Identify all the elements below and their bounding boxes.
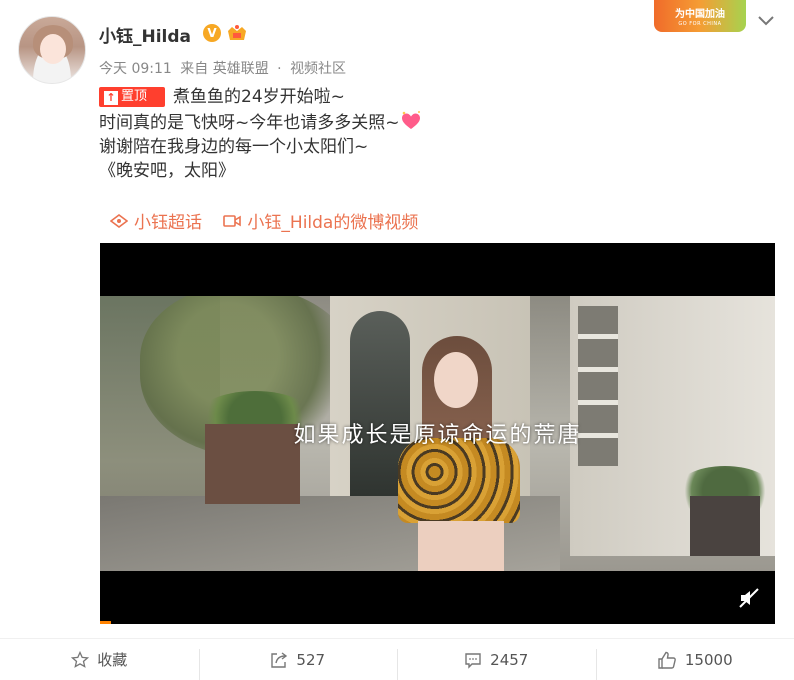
verified-badge-icon: V (203, 24, 221, 42)
pinned-label: 置顶 (121, 89, 148, 104)
video-progress-bar[interactable] (100, 621, 111, 624)
post-line-3: 谢谢陪在我身边的每一个小太阳们~ (99, 135, 422, 160)
video-channel-label: 小钰_Hilda的微博视频 (247, 213, 419, 233)
scene-element (690, 496, 760, 556)
heart-sparkle-icon (401, 110, 420, 129)
supertopic-icon (110, 213, 128, 228)
campaign-sublabel: GO FOR CHINA (678, 21, 722, 27)
post-meta: 今天 09:11 来自 英雄联盟 · 视频社区 (99, 58, 350, 78)
scene-element (418, 521, 504, 571)
post-line-1: ↑ 置顶 煮鱼鱼的24岁开始啦~ (99, 85, 422, 110)
comment-icon (465, 652, 481, 669)
supertopic-label: 小钰超话 (134, 213, 202, 233)
campaign-label: 为中国加油 (675, 9, 725, 20)
thumbs-up-icon (658, 651, 676, 669)
repost-button[interactable]: 527 (198, 639, 398, 680)
favorite-button[interactable]: 收藏 (0, 639, 199, 680)
post-username[interactable]: 小钰_Hilda (99, 22, 191, 47)
video-player[interactable]: 如果成长是原谅命运的荒唐 (100, 243, 775, 624)
video-channel-link[interactable]: 小钰_Hilda的微博视频 (223, 208, 418, 233)
chevron-down-icon[interactable] (757, 14, 775, 28)
video-subtitle: 如果成长是原谅命运的荒唐 (293, 423, 582, 448)
scene-element (398, 438, 520, 523)
scene-element (434, 352, 478, 408)
post-group[interactable]: 视频社区 (290, 61, 346, 77)
vip-crown-icon (228, 25, 246, 40)
post-line-2: 时间真的是飞快呀~今年也请多多关照~ (99, 110, 422, 135)
video-camera-icon (223, 214, 242, 227)
post-links: 小钰超话 小钰_Hilda的微博视频 (110, 208, 418, 233)
pinned-tag: ↑ 置顶 (99, 87, 165, 107)
comment-count: 2457 (490, 650, 529, 669)
post-line-text: 煮鱼鱼的24岁开始啦~ (173, 87, 345, 107)
campaign-badge[interactable]: 为中国加油 GO FOR CHINA (654, 0, 746, 32)
like-count: 15000 (684, 650, 733, 669)
post-source[interactable]: 来自 英雄联盟 (180, 61, 268, 77)
post-time[interactable]: 今天 09:11 (99, 61, 172, 77)
star-icon (71, 650, 90, 668)
post-text: ↑ 置顶 煮鱼鱼的24岁开始啦~ 时间真的是飞快呀~今年也请多多关照~ 谢谢陪在我身… (99, 85, 422, 184)
post-actions: 收藏 527 2457 15000 (0, 639, 794, 680)
post-line-text: 谢谢陪在我身边的每一个小太阳们~ (99, 136, 369, 157)
comment-button[interactable]: 2457 (397, 639, 596, 680)
repost-count: 527 (296, 650, 326, 669)
post-line-4: 《晚安吧，太阳》 (99, 159, 422, 184)
favorite-label: 收藏 (97, 651, 128, 669)
mute-icon[interactable] (738, 587, 760, 609)
like-button[interactable]: 15000 (595, 639, 794, 680)
post-line-text: 时间真的是飞快呀~今年也请多多关照~ (99, 112, 400, 133)
supertopic-link[interactable]: 小钰超话 (110, 208, 202, 233)
meta-separator: · (277, 61, 282, 77)
post-avatar[interactable] (18, 16, 86, 84)
pin-icon: ↑ (104, 91, 118, 105)
repost-icon (271, 651, 288, 668)
avatar-face (40, 34, 66, 64)
post-line-text: 《晚安吧，太阳》 (99, 161, 235, 182)
